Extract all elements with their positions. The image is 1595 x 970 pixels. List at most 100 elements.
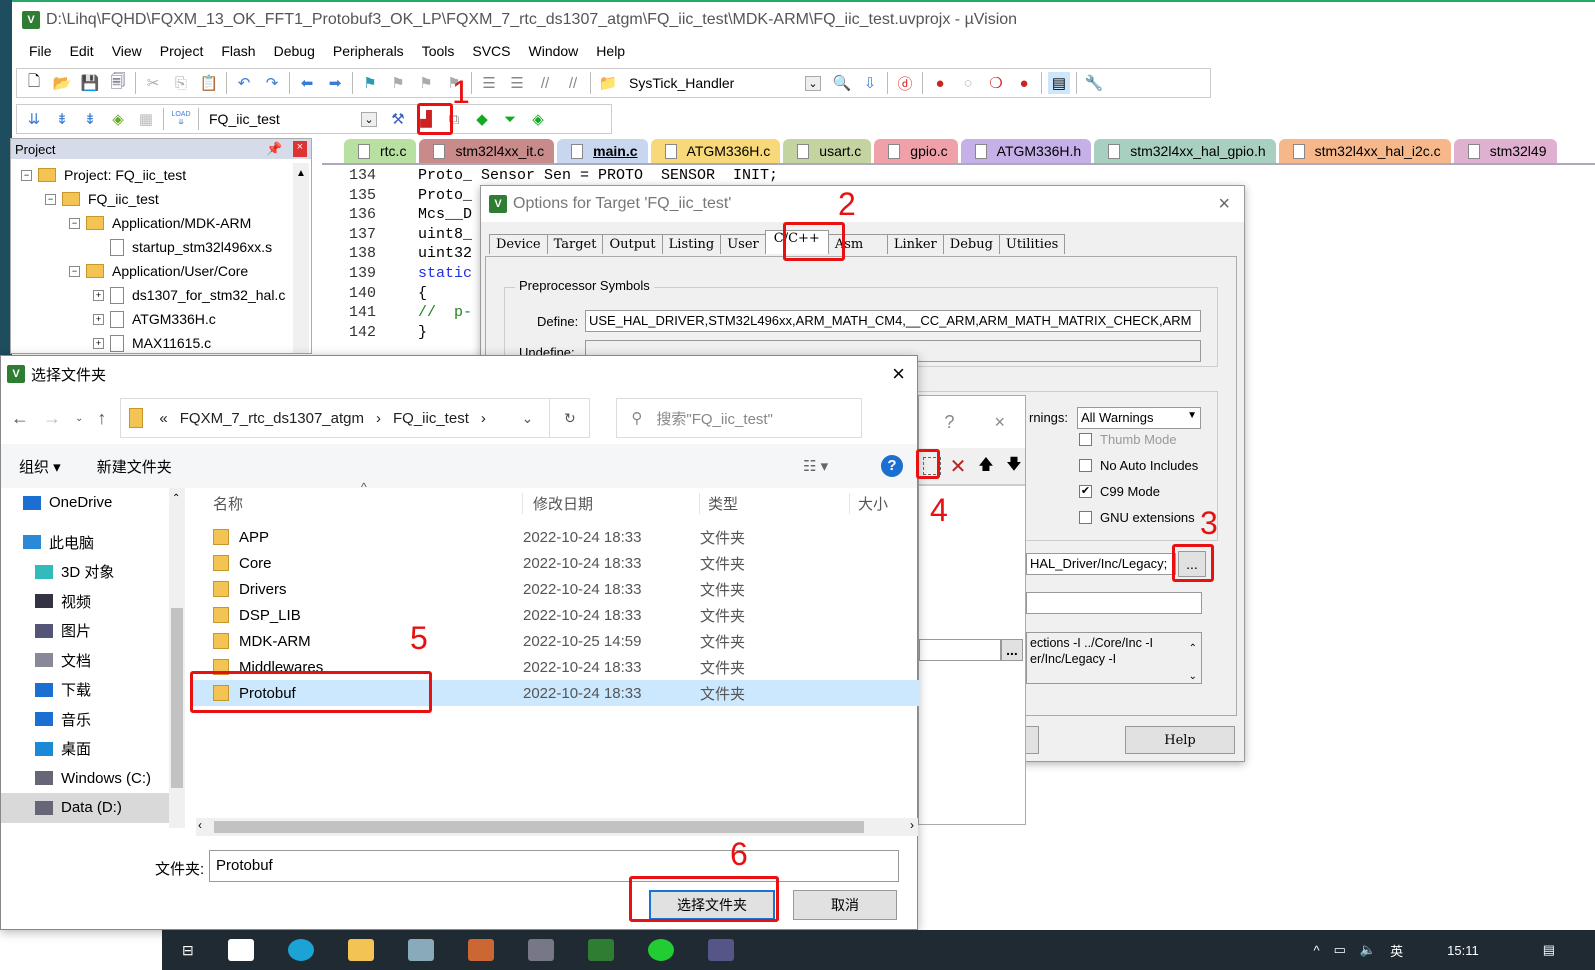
editor-tab[interactable]: rtc.c (344, 139, 417, 163)
menu-window[interactable]: Window (520, 43, 588, 59)
close-icon[interactable]: × (994, 412, 1005, 433)
notification-icon[interactable]: ▤ (1543, 942, 1555, 958)
editor-tab[interactable]: stm32l49 (1453, 139, 1557, 163)
file-row[interactable]: Drivers 2022-10-24 18:33 文件夹 (191, 576, 919, 602)
menu-svcs[interactable]: SVCS (463, 43, 519, 59)
tree-item[interactable]: − Project: FQ_iic_test (21, 163, 311, 187)
close-icon[interactable]: × (892, 361, 905, 387)
nav-item[interactable]: 图片 (1, 616, 169, 646)
breadcrumb-separator[interactable]: « (159, 410, 167, 427)
help-button[interactable]: Help (1125, 726, 1235, 754)
editor-tab[interactable]: stm32l4xx_hal_i2c.c (1278, 139, 1451, 163)
menu-file[interactable]: File (20, 43, 61, 59)
forward-icon[interactable]: → (43, 408, 61, 429)
comment-icon[interactable]: // (534, 72, 556, 94)
horizontal-scrollbar[interactable]: ‹ › (196, 818, 918, 836)
tree-item[interactable]: + ds1307_for_stm32_hal.c (21, 283, 311, 307)
new-file-icon[interactable]: 🗋 (23, 72, 45, 94)
nav-item[interactable]: 3D 对象 (1, 557, 169, 587)
target-combo[interactable]: FQ_iic_test ⌄ (205, 107, 381, 131)
checkbox-icon[interactable] (1079, 511, 1092, 524)
nav-item[interactable]: 下载 (1, 675, 169, 705)
window-layout-icon[interactable]: ▤ (1048, 72, 1070, 94)
nav-item[interactable]: 文档 (1, 646, 169, 676)
editor-tab[interactable]: stm32l4xx_it.c (419, 139, 555, 163)
breakpoint-icon[interactable]: ● (929, 72, 951, 94)
editor-tab[interactable]: stm32l4xx_hal_gpio.h (1094, 139, 1276, 163)
close-icon[interactable]: × (1218, 193, 1230, 216)
expand-icon[interactable]: + (93, 337, 104, 349)
store-icon[interactable] (227, 939, 254, 961)
path-edit-input[interactable] (919, 639, 1001, 661)
tree-scrollbar[interactable]: ▲ (293, 163, 309, 353)
unindent-icon[interactable]: ☰ (506, 72, 528, 94)
uvision-taskbar-icon[interactable] (587, 939, 614, 961)
collapse-icon[interactable]: − (69, 217, 80, 229)
pin-icon[interactable]: 📌 (266, 141, 282, 157)
cancel-button[interactable]: 取消 (793, 890, 897, 920)
save-icon[interactable]: 💾 (79, 72, 101, 94)
address-bar[interactable]: « FQXM_7_rtc_ds1307_atgm › FQ_iic_test › ⌄ ↻ (120, 398, 591, 438)
checkbox-icon[interactable] (1079, 433, 1092, 446)
new-folder-button[interactable]: 新建文件夹 (97, 456, 172, 477)
tab-target[interactable]: Target (546, 234, 604, 254)
help-icon[interactable]: ? (944, 412, 954, 433)
editor-tab[interactable]: usart.c (783, 139, 872, 163)
menu-view[interactable]: View (103, 43, 151, 59)
clock[interactable]: 15:11 (1447, 943, 1479, 958)
path-browse-button[interactable]: ... (1001, 639, 1023, 661)
expand-icon[interactable]: + (93, 313, 104, 325)
download-icon[interactable]: LOAD ⇊ (170, 108, 192, 130)
nav-forward-icon[interactable]: ➡ (324, 72, 346, 94)
app-icon[interactable] (707, 939, 734, 961)
translate-icon[interactable]: ⇊ (23, 108, 45, 130)
nav-item[interactable]: 桌面 (1, 734, 169, 764)
tab-utilities[interactable]: Utilities (998, 234, 1066, 254)
tree-item[interactable]: − FQ_iic_test (21, 187, 311, 211)
refresh-icon[interactable]: ↻ (549, 399, 589, 437)
tab-linker[interactable]: Linker (886, 234, 944, 254)
checkbox-c99-mode[interactable]: ✔ C99 Mode (1079, 484, 1160, 499)
close-icon[interactable]: × (292, 141, 307, 157)
file-explorer-icon[interactable] (347, 939, 374, 961)
copy-icon[interactable]: ⎘ (170, 72, 192, 94)
folder-input[interactable]: Protobuf (209, 850, 899, 882)
expand-icon[interactable]: + (93, 289, 104, 301)
stop-build-icon[interactable]: ▦ (135, 108, 157, 130)
file-row[interactable]: APP 2022-10-24 18:33 文件夹 (191, 524, 919, 550)
column-date[interactable]: 修改日期 (523, 492, 700, 514)
editor-tab[interactable]: ATGM336H.h (960, 139, 1092, 163)
tab-debug[interactable]: Debug (942, 234, 1000, 254)
disable-breakpoint-icon[interactable]: ○ (957, 72, 979, 94)
kill-all-breakpoints-icon[interactable]: ● (1013, 72, 1035, 94)
select-packs-icon[interactable]: ⏷ (499, 108, 521, 130)
bookmark-next-icon[interactable]: ⚑ (415, 72, 437, 94)
breadcrumb-item[interactable]: FQ_iic_test (393, 410, 469, 427)
ime-indicator[interactable]: 英 (1390, 941, 1403, 960)
save-all-icon[interactable]: 🗐 (107, 72, 129, 94)
pack-installer-icon[interactable]: ◈ (527, 108, 549, 130)
tree-item[interactable]: startup_stm32l496xx.s (21, 235, 311, 259)
tray-chevron-icon[interactable]: ^ (1314, 943, 1320, 958)
indent-icon[interactable]: ☰ (478, 72, 500, 94)
breadcrumb-item[interactable]: FQXM_7_rtc_ds1307_atgm (180, 410, 364, 427)
find-in-files-icon[interactable]: 📁 (597, 72, 619, 94)
scroll-right-icon[interactable]: › (910, 818, 914, 832)
wechat-icon[interactable] (647, 939, 674, 961)
scroll-arrows-icon[interactable]: ⌃ ⌄ (1189, 635, 1197, 683)
uncomment-icon[interactable]: // (562, 72, 584, 94)
nav-item[interactable]: 此电脑 (1, 528, 169, 558)
checkbox-gnu-extensions[interactable]: GNU extensions (1079, 510, 1195, 525)
view-options-icon[interactable]: ☷ ▾ (803, 457, 828, 475)
volume-icon[interactable]: 🔈 (1360, 942, 1376, 958)
chevron-down-icon[interactable]: ▼ (1187, 410, 1197, 426)
incremental-find-icon[interactable]: ⇩ (859, 72, 881, 94)
scroll-up-icon[interactable]: ⌃ (169, 493, 180, 504)
checkbox-no-auto-includes[interactable]: No Auto Includes (1079, 458, 1198, 473)
bookmark-icon[interactable]: ⚑ (359, 72, 381, 94)
back-icon[interactable]: ← (11, 408, 29, 429)
function-combo[interactable]: SysTick_Handler ⌄ (625, 71, 825, 95)
warnings-select[interactable]: All Warnings ▼ (1077, 407, 1201, 429)
paste-icon[interactable]: 📋 (198, 72, 220, 94)
editor-tab[interactable]: main.c (557, 139, 648, 163)
